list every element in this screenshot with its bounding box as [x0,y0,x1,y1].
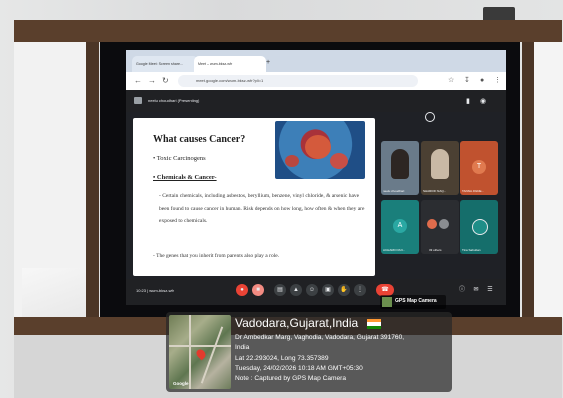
browser-tab[interactable]: Google Meet: Screen share... [132,56,198,72]
frame-left [86,42,99,318]
menu-icon[interactable]: ⋮ [494,76,501,86]
forward-icon[interactable]: → [148,75,156,87]
emoji-icon[interactable]: ☺ [306,284,318,296]
cancer-cell-image [275,121,365,179]
whiteboard-frame-top [14,20,562,42]
mic-off-icon[interactable]: ● [236,284,248,296]
participant-name: TANNA JIGNE... [462,189,484,193]
others-count: 33 others [429,248,442,252]
location-title: Vadodara,Gujarat,India [235,316,359,330]
raise-hand-icon[interactable]: ✋ [338,284,350,296]
participant-tile[interactable]: Tina Sabuban [460,200,498,254]
back-icon[interactable]: ← [134,75,142,87]
browser-tab-bar: Google Meet: Screen share... Meet – wum-… [126,50,506,72]
participant-name: ACHARIO RUI... [383,248,406,252]
camera-off-icon[interactable]: ■ [252,284,264,296]
slide-title: What causes Cancer? [153,134,246,145]
people-icon[interactable]: ◉ [480,97,486,107]
meet-control-bar: 10:23 | wum-bksz-wfr ● ■ ▤ ▲ ☺ ▣ ✋ ⋮ ☎ ⓘ… [126,279,506,305]
participant-video [391,149,409,179]
gps-camera-label: GPS Map Camera [395,298,437,304]
profile-icon[interactable]: ● [480,76,484,86]
india-flag-icon [367,319,381,329]
gps-location-card: Google Vadodara,Gujarat,India Dr Ambedka… [166,312,452,392]
presenting-icon [134,97,142,104]
chat-icon[interactable]: ✉ [470,284,482,296]
screen-share-icon[interactable]: ▣ [322,284,334,296]
browser-tab-active[interactable]: Meet – wum-bksz-wfr [194,56,266,72]
frame-right [522,42,534,318]
plastic-bag [22,268,86,318]
present-icon[interactable]: ▲ [290,284,302,296]
participant-avatar: A [393,219,407,233]
participant-tile[interactable]: A ACHARIO RUI... [381,200,419,254]
new-tab-button[interactable]: + [266,58,270,68]
participant-name: SHARIOF NAQ... [423,189,447,193]
participant-tile[interactable]: SHARIOF NAQ... [421,141,459,195]
others-avatar [427,219,437,229]
address-bar[interactable]: meet.google.com/wum-bksz-wfr?pli=1 [178,75,418,87]
location-map: Google [169,315,231,389]
participant-avatar: T [472,160,486,174]
map-brand-label: Google [173,381,189,386]
browser-toolbar: ← → ↻ meet.google.com/wum-bksz-wfr?pli=1… [126,72,506,90]
participant-name: neelu choudhari [383,189,405,193]
address-line: Dr Ambedkar Marg, Vaghodia, Vadodara, Gu… [235,334,405,341]
others-avatar [439,219,449,229]
layout-icon[interactable]: ▮ [466,97,470,107]
map-pin-icon [194,347,208,361]
presentation-slide: What causes Cancer? • Toxic Carcinogens … [133,118,375,276]
timestamp: Tuesday, 24/02/2026 10:18 AM GMT+05:30 [235,365,363,372]
capture-note: Note : Captured by GPS Map Camera [235,375,347,382]
activities-icon[interactable]: ☰ [484,284,496,296]
info-icon[interactable]: ⓘ [456,284,468,296]
participant-name: Tina Sabuban [462,248,481,252]
address-line: India [235,344,250,351]
participant-tile[interactable]: neelu choudhari [381,141,419,195]
participant-tile[interactable]: T TANNA JIGNE... [460,141,498,195]
more-options-icon[interactable]: ⋮ [354,284,366,296]
reload-icon[interactable]: ↻ [162,75,169,87]
gps-camera-badge: GPS Map Camera [380,295,446,309]
presenting-label: neelu choudhari (Presenting) [148,98,200,103]
coordinates: Lat 22.293024, Long 73.357389 [235,355,329,362]
slide-paragraph: - Certain chemicals, including asbestos,… [159,193,365,224]
meeting-info: 10:23 | wum-bksz-wfr [136,288,174,293]
slide-bullet: • Chemicals & Cancer- [153,174,217,181]
participant-avatar-icon [472,219,488,235]
meet-header: neelu choudhari (Presenting) ▮ ◉ [126,90,506,112]
participant-tile-others[interactable]: 33 others [421,200,459,254]
self-view-indicator [425,112,435,122]
captions-icon[interactable]: ▤ [274,284,286,296]
slide-paragraph: - The genes that you inherit from parent… [153,253,280,259]
download-icon[interactable]: ↧ [464,76,470,86]
participant-video [431,149,449,179]
slide-bullet: • Toxic Carcinogens [153,155,206,162]
gps-camera-logo-icon [382,297,392,307]
whiteboard-right [534,42,563,318]
star-icon[interactable]: ☆ [448,76,454,86]
